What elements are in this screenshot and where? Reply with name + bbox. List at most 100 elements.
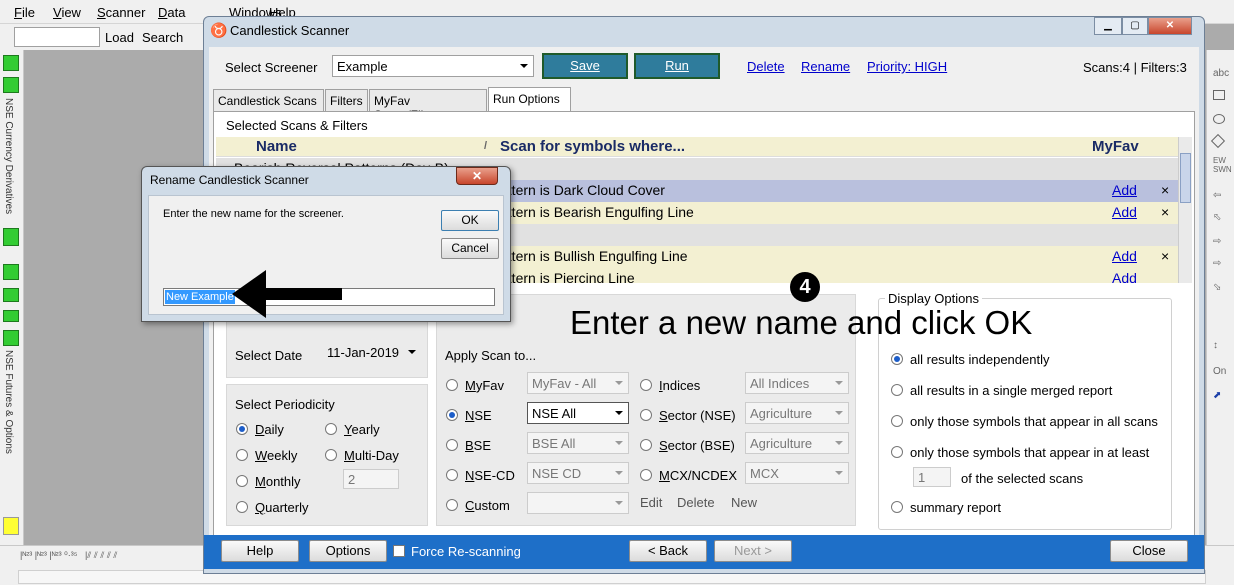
- radio-nse-cd[interactable]: [446, 469, 458, 481]
- rectangle-tool-icon[interactable]: [1213, 90, 1225, 100]
- close-icon[interactable]: ✕: [1148, 17, 1192, 35]
- search-button[interactable]: Search: [142, 30, 183, 45]
- sector-bse-select[interactable]: Agriculture: [745, 432, 849, 454]
- grid-scrollbar[interactable]: [1178, 137, 1192, 283]
- radio-indices[interactable]: [640, 379, 652, 391]
- text-tool-icon[interactable]: abc: [1213, 68, 1229, 79]
- calc-button[interactable]: [3, 517, 19, 535]
- tab-filters[interactable]: Filters: [325, 89, 368, 111]
- on-toggle[interactable]: On: [1213, 366, 1226, 377]
- radio-bse[interactable]: [446, 439, 458, 451]
- indices-select[interactable]: All Indices: [745, 372, 849, 394]
- pin-icon[interactable]: ↕: [1213, 340, 1218, 351]
- priority-link[interactable]: Priority: HIGH: [867, 59, 947, 74]
- tab-run-options[interactable]: Run Options: [488, 87, 571, 111]
- remove-icon[interactable]: ×: [1161, 204, 1169, 220]
- add-myfav-link[interactable]: Add: [1112, 248, 1137, 264]
- drawing-tools-icons[interactable]: |ᴺ²³ |ᴺ²³ |ᴺ²³ ⁰·³⁵ |⫽ ⫽ ⫽ ⫽ ⫽: [20, 550, 117, 561]
- minimize-icon[interactable]: ▁: [1094, 17, 1122, 35]
- radio-weekly[interactable]: [236, 449, 248, 461]
- load-button[interactable]: Load: [105, 30, 134, 45]
- radio-mcx[interactable]: [640, 469, 652, 481]
- diamond-tool-icon[interactable]: [1210, 133, 1226, 149]
- save-button[interactable]: Save: [542, 53, 628, 79]
- sector-nse-select[interactable]: Agriculture: [745, 402, 849, 424]
- symbol-search-input[interactable]: [14, 27, 100, 47]
- nse-fo-button[interactable]: [3, 330, 19, 346]
- myfav-select[interactable]: MyFav - All: [527, 372, 629, 394]
- radio-myfav[interactable]: [446, 379, 458, 391]
- next-button[interactable]: Next >: [714, 540, 792, 562]
- nse-cd-select[interactable]: NSE CD: [527, 462, 629, 484]
- radio-quarterly[interactable]: [236, 501, 248, 513]
- add-myfav-link[interactable]: Add: [1112, 204, 1137, 220]
- radio-all-scans[interactable]: [891, 415, 903, 427]
- add-myfav-link[interactable]: Add: [1112, 182, 1137, 198]
- tab-myfav-scans[interactable]: MyFav Scans/Filters: [369, 89, 487, 122]
- close-button[interactable]: Close: [1110, 540, 1188, 562]
- multiday-stepper[interactable]: 2: [343, 469, 399, 489]
- elliott-wave-icon[interactable]: EW SWN: [1213, 156, 1232, 174]
- radio-custom[interactable]: [446, 499, 458, 511]
- radio-yearly[interactable]: [325, 423, 337, 435]
- help-button[interactable]: Help: [221, 540, 299, 562]
- menu-file[interactable]: File: [14, 5, 35, 20]
- nse-label: NSE: [465, 408, 492, 423]
- mcx-button[interactable]: [3, 55, 19, 71]
- radio-daily[interactable]: [236, 423, 248, 435]
- nse-cd-button[interactable]: [3, 77, 19, 93]
- date-picker[interactable]: 11-Jan-2019: [323, 342, 421, 364]
- custom-select[interactable]: [527, 492, 629, 514]
- menu-data[interactable]: Data: [158, 5, 185, 20]
- at-least-stepper[interactable]: 1: [913, 467, 951, 487]
- force-rescan-checkbox[interactable]: [393, 545, 405, 557]
- radio-sector-nse[interactable]: [640, 409, 652, 421]
- global-button[interactable]: [3, 228, 19, 246]
- sec-button[interactable]: [3, 310, 19, 322]
- radio-at-least[interactable]: [891, 446, 903, 458]
- dialog-title: Rename Candlestick Scanner: [150, 173, 309, 187]
- new-custom-button[interactable]: New: [731, 495, 757, 510]
- arrow-upleft-icon[interactable]: ⬁: [1213, 212, 1221, 223]
- dialog-close-icon[interactable]: ✕: [456, 167, 498, 185]
- screener-select[interactable]: Example: [332, 55, 534, 77]
- left-toolbar: NSE Currency Derivatives NSE Futures & O…: [0, 50, 24, 545]
- add-myfav-link[interactable]: Add: [1112, 270, 1137, 283]
- bse-select[interactable]: BSE All: [527, 432, 629, 454]
- radio-independent[interactable]: [891, 353, 903, 365]
- maximize-icon[interactable]: ▢: [1122, 17, 1148, 35]
- edit-custom-button[interactable]: Edit: [640, 495, 662, 510]
- cancel-button[interactable]: Cancel: [441, 238, 499, 259]
- arrow-downright-icon[interactable]: ⬂: [1213, 282, 1221, 293]
- delete-link[interactable]: Delete: [747, 59, 785, 74]
- idx-button[interactable]: [3, 288, 19, 302]
- ellipse-tool-icon[interactable]: [1213, 114, 1225, 124]
- radio-merged[interactable]: [891, 384, 903, 396]
- nse-select[interactable]: NSE All: [527, 402, 629, 424]
- scroll-thumb[interactable]: [1180, 153, 1191, 203]
- ok-button[interactable]: OK: [441, 210, 499, 231]
- grid-header: Name / Scan for symbols where... MyFav: [216, 137, 1178, 157]
- arrow-right2-icon[interactable]: ⇨: [1213, 258, 1221, 269]
- radio-sector-bse[interactable]: [640, 439, 652, 451]
- back-button[interactable]: < Back: [629, 540, 707, 562]
- menu-scanner[interactable]: Scanner: [97, 5, 145, 20]
- remove-icon[interactable]: ×: [1161, 248, 1169, 264]
- remove-icon[interactable]: ×: [1161, 182, 1169, 198]
- radio-monthly[interactable]: [236, 475, 248, 487]
- cursor-icon[interactable]: ⬈: [1213, 390, 1221, 401]
- radio-multiday[interactable]: [325, 449, 337, 461]
- multiday-label: Multi-Day: [344, 448, 399, 463]
- tab-candlestick-scans[interactable]: Candlestick Scans: [213, 89, 324, 111]
- options-button[interactable]: Options: [309, 540, 387, 562]
- run-button[interactable]: Run: [634, 53, 720, 79]
- radio-summary[interactable]: [891, 501, 903, 513]
- arrow-left-icon[interactable]: ⇦: [1213, 190, 1221, 201]
- mcx-select[interactable]: MCX: [745, 462, 849, 484]
- arrow-right-icon[interactable]: ⇨: [1213, 236, 1221, 247]
- radio-nse[interactable]: [446, 409, 458, 421]
- delete-custom-button[interactable]: Delete: [677, 495, 715, 510]
- myfav-button[interactable]: [3, 264, 19, 280]
- rename-link[interactable]: Rename: [801, 59, 850, 74]
- menu-view[interactable]: View: [53, 5, 81, 20]
